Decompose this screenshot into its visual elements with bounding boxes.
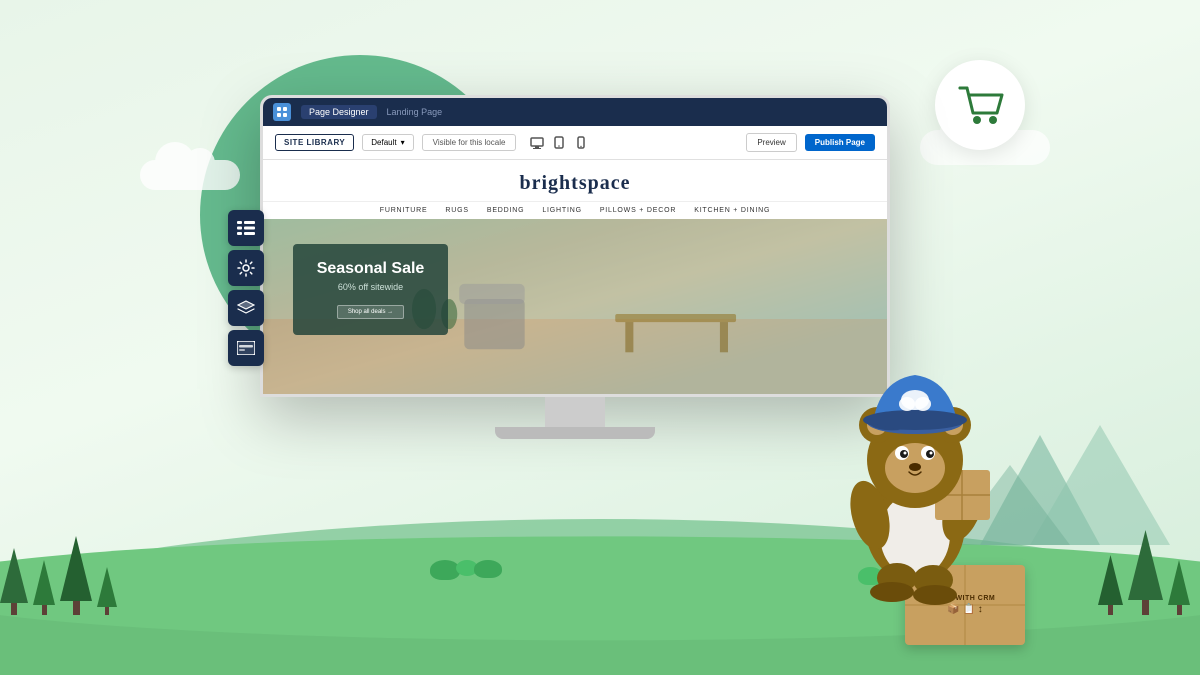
website-nav: FURNITURE RUGS BEDDING LIGHTING PILLOWS … xyxy=(263,202,887,219)
cart-bubble xyxy=(935,60,1025,150)
nav-lighting[interactable]: LIGHTING xyxy=(542,207,581,214)
site-library-button[interactable]: SITE LIBRARY xyxy=(275,134,354,151)
tree-r3 xyxy=(1168,560,1190,615)
tool-card-button[interactable] xyxy=(228,330,264,366)
hero-section: Seasonal Sale 60% off sitewide Shop all … xyxy=(263,219,887,394)
trees-right xyxy=(1098,530,1190,615)
website-content: brightspace FURNITURE RUGS BEDDING LIGHT… xyxy=(263,160,887,394)
view-icons-group xyxy=(528,134,590,152)
tree-2 xyxy=(33,560,55,615)
locale-button[interactable]: Visible for this locale xyxy=(422,134,517,151)
shopping-cart-icon xyxy=(955,83,1005,128)
tree-r1 xyxy=(1098,555,1123,615)
nav-kitchen[interactable]: KITCHEN + DINING xyxy=(694,207,770,214)
app-tab-designer[interactable]: Page Designer xyxy=(301,105,377,119)
tool-list-button[interactable] xyxy=(228,210,264,246)
hero-subtitle: 60% off sitewide xyxy=(315,282,426,292)
monitor-screen: Page Designer Landing Page SITE LIBRARY … xyxy=(260,95,890,397)
breadcrumb: Landing Page xyxy=(387,107,443,117)
hero-overlay: Seasonal Sale 60% off sitewide Shop all … xyxy=(293,244,448,335)
cloud-left xyxy=(140,160,240,190)
bear-character xyxy=(825,340,1005,620)
monitor-stand-neck xyxy=(545,397,605,427)
preview-button[interactable]: Preview xyxy=(746,133,796,152)
default-dropdown[interactable]: Default ▾ xyxy=(362,134,413,151)
desktop-view-icon[interactable] xyxy=(528,134,546,152)
tool-gear-button[interactable] xyxy=(228,250,264,286)
sidebar-tools xyxy=(228,210,264,366)
publish-button[interactable]: Publish Page xyxy=(805,134,875,151)
mobile-view-icon[interactable] xyxy=(572,134,590,152)
hero-title: Seasonal Sale xyxy=(315,260,426,278)
tool-layers-button[interactable] xyxy=(228,290,264,326)
website-header: brightspace xyxy=(263,160,887,202)
nav-furniture[interactable]: FURNITURE xyxy=(380,207,428,214)
nav-bedding[interactable]: BEDDING xyxy=(487,207,525,214)
brand-logo: brightspace xyxy=(283,172,867,195)
chevron-down-icon: ▾ xyxy=(401,138,405,147)
app-toolbar: SITE LIBRARY Default ▾ Visible for this … xyxy=(263,126,887,160)
bushes-center xyxy=(430,560,502,580)
tree-4 xyxy=(97,567,117,615)
monitor-stand-base xyxy=(495,427,655,439)
tree-1 xyxy=(0,548,28,615)
nav-rugs[interactable]: RUGS xyxy=(445,207,468,214)
tree-r2 xyxy=(1128,530,1163,615)
monitor-container: Page Designer Landing Page SITE LIBRARY … xyxy=(260,95,890,439)
trees-left xyxy=(0,536,117,615)
app-logo xyxy=(273,103,291,121)
tablet-view-icon[interactable] xyxy=(550,134,568,152)
hero-cta-button[interactable]: Shop all deals → xyxy=(337,305,404,319)
app-topbar: Page Designer Landing Page xyxy=(263,98,887,126)
tree-3 xyxy=(60,536,92,615)
nav-pillows[interactable]: PILLOWS + DECOR xyxy=(600,207,676,214)
